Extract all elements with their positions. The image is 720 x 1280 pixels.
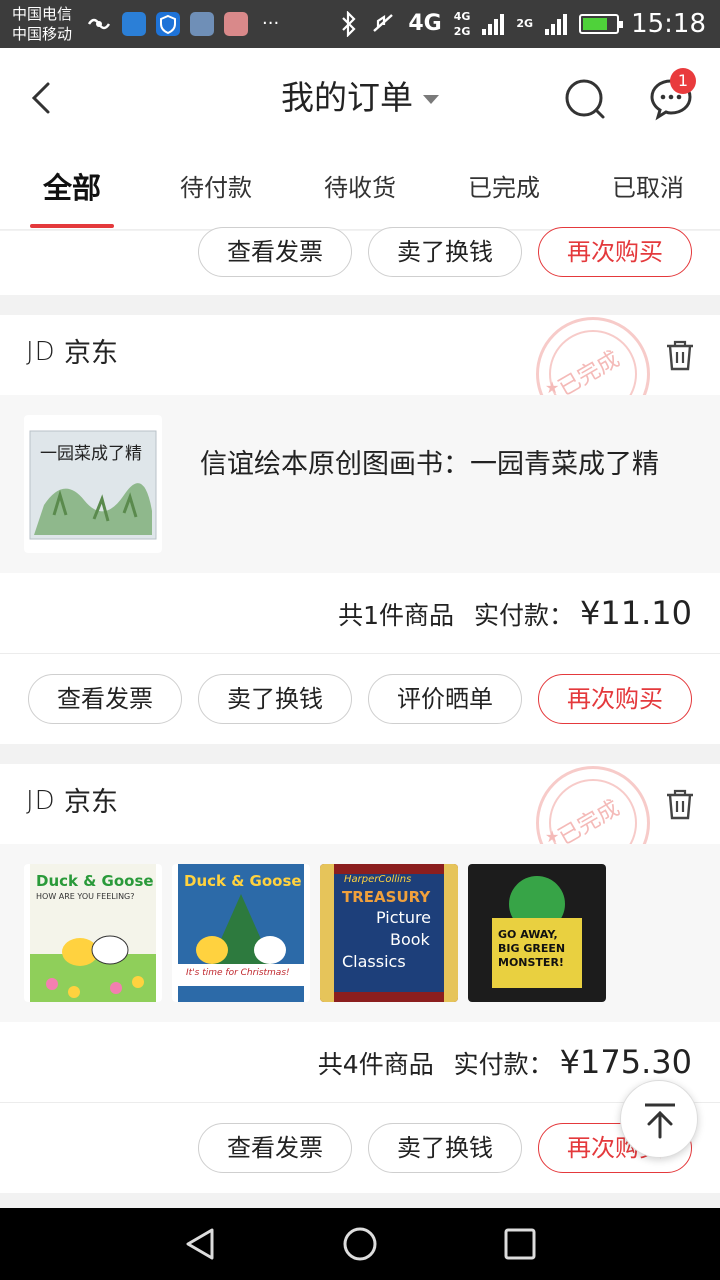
bluetooth-icon <box>342 11 356 37</box>
order-2-summary: 共4件商品 实付款： ¥175.30 <box>0 1022 720 1102</box>
tab-completed[interactable]: 已完成 <box>466 170 542 206</box>
trash-icon[interactable] <box>662 786 698 822</box>
notification-icons: ··· <box>86 12 279 36</box>
carrier-1: 中国电信 <box>12 5 73 23</box>
book-3-treasury: TREASURY <box>342 888 431 906</box>
paid-amount: ¥11.10 <box>580 594 692 632</box>
book-cover-title: 一园菜成了精 <box>40 444 142 464</box>
signal-bars-1-icon <box>482 13 505 35</box>
book-3-word-book: Book <box>390 930 430 949</box>
system-navigation-bar <box>0 1208 720 1280</box>
nav-home-icon[interactable] <box>342 1226 378 1262</box>
signal-1-icon: 4G 2G <box>453 9 471 38</box>
paid-label: 实付款： <box>453 1050 554 1079</box>
paid-label: 实付款： <box>474 601 575 630</box>
book-1-title: Duck & Goose <box>36 872 154 890</box>
order-1-shop-row[interactable]: JD 京东 已完成 ★ <box>0 315 720 431</box>
order-1-total: 共1件商品 实付款： ¥11.10 <box>338 593 692 636</box>
tab-pending-receipt[interactable]: 待收货 <box>322 170 398 206</box>
signal-2-label: 2G <box>516 17 534 30</box>
nav-recents-icon[interactable] <box>502 1226 538 1262</box>
view-invoice-button[interactable]: 查看发票 <box>198 227 352 277</box>
buy-again-button[interactable]: 再次购买 <box>538 227 692 277</box>
review-button[interactable]: 评价晒单 <box>368 674 522 724</box>
view-invoice-button[interactable]: 查看发票 <box>198 1123 352 1173</box>
shop-name: 京东 <box>64 787 118 818</box>
trash-icon[interactable] <box>662 337 698 373</box>
product-title: 信谊绘本原创图画书：一园青菜成了精 <box>200 449 659 480</box>
contacts-app-icon <box>122 12 146 36</box>
order-2-products[interactable]: Duck & Goose HOW ARE YOU FEELING? Duck &… <box>0 844 720 1022</box>
book-4-line-2: BIG GREEN <box>498 942 566 955</box>
item-count: 共4件商品 <box>317 1050 434 1079</box>
message-badge: 1 <box>670 68 696 94</box>
tab-cancelled[interactable]: 已取消 <box>610 170 686 206</box>
order-2-shop-row[interactable]: JD 京东 已完成 ★ <box>0 764 720 880</box>
resell-button[interactable]: 卖了换钱 <box>198 674 352 724</box>
book-cover-image <box>29 430 157 540</box>
book-3-word-picture: Picture <box>376 908 432 927</box>
chat-app-icon <box>190 12 214 36</box>
book-2-title: Duck & Goose <box>184 872 302 890</box>
order-2-actions: 查看发票 卖了换钱 再次购买 <box>0 1103 720 1193</box>
carrier-2: 中国移动 <box>12 25 73 43</box>
carrier-info: 中国电信 中国移动 <box>12 4 72 44</box>
signal-bars-2-icon <box>545 13 568 35</box>
book-4-line-1: GO AWAY, <box>498 928 558 941</box>
network-4g-1: 4G <box>408 11 442 36</box>
shop-name: 京东 <box>64 338 118 369</box>
wechat-notify-icon <box>87 18 111 30</box>
buy-again-button[interactable]: 再次购买 <box>538 674 692 724</box>
product-thumbnail[interactable]: HarperCollins TREASURY Picture Book Clas… <box>320 864 458 1002</box>
tab-pending-payment[interactable]: 待付款 <box>178 170 254 206</box>
nav-back-icon[interactable] <box>182 1226 218 1262</box>
shield-app-icon <box>156 12 180 36</box>
order-card-partial: 查看发票 卖了换钱 再次购买 <box>0 227 720 295</box>
product-thumbnail[interactable]: Duck & Goose It's time for Christmas! <box>172 864 310 1002</box>
resell-button[interactable]: 卖了换钱 <box>368 227 522 277</box>
back-to-top-button[interactable] <box>620 1080 698 1158</box>
mute-icon <box>373 14 394 32</box>
clock: 15:18 <box>631 9 706 39</box>
lock-app-icon <box>224 12 248 36</box>
resell-button[interactable]: 卖了换钱 <box>368 1123 522 1173</box>
item-count: 共1件商品 <box>338 601 455 630</box>
search-icon[interactable] <box>562 76 608 122</box>
book-1-subtitle: HOW ARE YOU FEELING? <box>36 892 135 901</box>
system-indicators: 4G 4G 2G 2G 15:18 <box>340 0 706 48</box>
order-2-total: 共4件商品 实付款： ¥175.30 <box>318 1042 692 1085</box>
page-title-text: 我的订单 <box>281 78 413 117</box>
chevron-down-icon <box>423 95 439 104</box>
view-invoice-button[interactable]: 查看发票 <box>28 674 182 724</box>
book-3-publisher: HarperCollins <box>344 874 412 885</box>
product-thumbnail[interactable]: GO AWAY, BIG GREEN MONSTER! <box>468 864 606 1002</box>
arrow-up-icon <box>645 1103 675 1139</box>
tab-all[interactable]: 全部 <box>40 170 104 206</box>
product-thumbnail[interactable]: 一园菜成了精 <box>24 415 162 553</box>
battery-icon <box>579 14 624 34</box>
app-header: 我的订单 <box>0 48 720 148</box>
order-1-products[interactable]: 一园菜成了精 信谊绘本原创图画书：一园青菜成了精 <box>0 395 720 573</box>
order-tabs: 全部 待付款 待收货 已完成 已取消 <box>0 148 720 230</box>
book-3-word-classics: Classics <box>342 952 406 971</box>
product-thumbnail[interactable]: Duck & Goose HOW ARE YOU FEELING? <box>24 864 162 1002</box>
jd-logo: JD <box>26 786 56 816</box>
book-2-subtitle: It's time for Christmas! <box>186 968 290 978</box>
book-4-line-3: MONSTER! <box>498 956 564 969</box>
jd-logo: JD <box>26 337 56 367</box>
status-bar: 中国电信 中国移动 ··· 4G 4G 2G 2G 15:18 <box>0 0 720 48</box>
tab-active-indicator <box>30 224 114 228</box>
order-1-summary: 共1件商品 实付款： ¥11.10 <box>0 573 720 653</box>
paid-amount: ¥175.30 <box>559 1043 692 1081</box>
order-1-actions: 查看发票 卖了换钱 评价晒单 再次购买 <box>0 654 720 744</box>
page-title[interactable]: 我的订单 <box>0 76 720 120</box>
more-notifications-icon: ··· <box>262 13 280 34</box>
